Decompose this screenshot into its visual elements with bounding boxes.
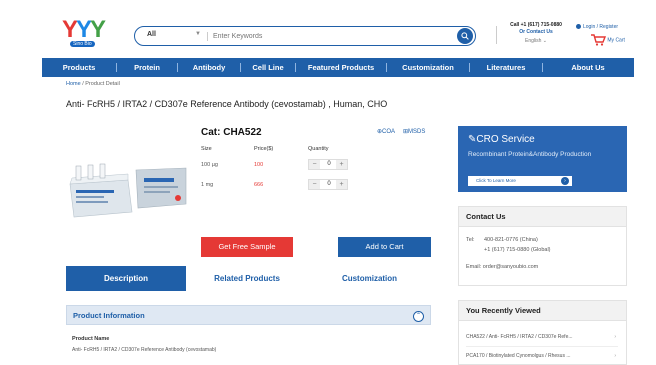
header-phone: Call +1 (617) 715-0880 (510, 22, 562, 28)
tab-description[interactable]: Description (66, 266, 186, 291)
header-contact: Call +1 (617) 715-0880 Or Contact Us Eng… (500, 22, 572, 45)
contact-title: Contact Us (459, 207, 626, 227)
tel-global: +1 (617) 715-0880 (Global) (484, 247, 551, 253)
coa-link[interactable]: ⊕COA (377, 128, 395, 135)
quantity-header: Quantity (308, 146, 329, 152)
quantity-stepper: − 0 + (308, 179, 348, 190)
chevron-right-icon: › (614, 353, 616, 359)
contact-panel: Contact Us Tel: 400-821-0776 (China) +1 … (458, 206, 627, 286)
breadcrumb-home[interactable]: Home (66, 81, 81, 87)
logo-letters: YYY (62, 16, 106, 43)
recently-viewed-panel: You Recently Viewed CHA522 / Anti- FcRH5… (458, 300, 627, 365)
size-header: Size (201, 146, 212, 152)
login-register-link[interactable]: Login / Register (576, 24, 618, 30)
site-header: YYY Sino Bio All ▼ Call +1 (617) 715-088… (0, 0, 656, 58)
nav-customization[interactable]: Customization (387, 63, 469, 72)
tel-label: Tel: (466, 237, 475, 243)
get-free-sample-button[interactable]: Get Free Sample (201, 237, 293, 257)
site-logo[interactable]: YYY Sino Bio (62, 17, 112, 49)
arrow-right-icon: › (561, 177, 569, 185)
recent-item[interactable]: PCA170 / Biotinylated Cynomolgus / Rhesu… (466, 353, 616, 359)
search-category-select[interactable]: All (147, 31, 156, 38)
msds-link[interactable]: ⊞MSDS (403, 128, 425, 135)
price-header: Price($) (254, 146, 274, 152)
tel-china: 400-821-0776 (China) (484, 237, 538, 243)
my-cart-link[interactable]: My Cart (590, 34, 625, 46)
product-detail-page: YYY Sino Bio All ▼ Call +1 (617) 715-088… (0, 0, 656, 365)
recent-item[interactable]: CHA522 / Anti- FcRH5 / IRTA2 / CD307e Re… (466, 334, 616, 340)
row-size: 100 µg (201, 162, 218, 168)
search-button[interactable] (457, 28, 473, 44)
product-information-header[interactable]: Product Information ⌃ (66, 305, 431, 325)
search-icon (461, 32, 469, 40)
chevron-down-icon[interactable]: ▼ (195, 31, 201, 37)
product-name-label: Product Name (72, 336, 110, 342)
collapse-icon[interactable]: ⌃ (413, 311, 424, 322)
quantity-value[interactable]: 0 (323, 181, 335, 187)
row-price: 666 (254, 182, 264, 188)
quantity-value[interactable]: 0 (323, 161, 335, 167)
search-divider (207, 32, 208, 41)
decrement-button[interactable]: − (309, 180, 320, 189)
logo-tagline: Sino Bio (70, 41, 95, 47)
catalog-number: Cat: CHA522 (201, 127, 262, 138)
recently-viewed-title: You Recently Viewed (459, 301, 626, 321)
contact-email[interactable]: Email: order@sanyoubio.com (466, 264, 538, 270)
language-select[interactable]: English ⌄ (500, 38, 572, 45)
increment-button[interactable]: + (336, 180, 347, 189)
breadcrumb: Home / Product Detail (66, 81, 120, 87)
cro-service-banner[interactable]: ✎CRO Service Recombinant Protein&Antibod… (458, 126, 627, 192)
breadcrumb-separator: / (82, 81, 84, 87)
product-tabs: Description Related Products Customizati… (66, 266, 431, 291)
add-to-cart-button[interactable]: Add to Cart (338, 237, 431, 257)
quantity-stepper: − 0 + (308, 159, 348, 170)
nav-products[interactable]: Products (42, 63, 116, 72)
learn-more-button[interactable]: Click To Learn More › (468, 176, 572, 186)
product-title: Anti- FcRH5 / IRTA2 / CD307e Reference A… (66, 99, 388, 109)
list-divider (466, 346, 618, 347)
contact-us-link[interactable]: Or Contact Us (500, 29, 572, 36)
tab-related-products[interactable]: Related Products (186, 266, 308, 291)
search-bar: All ▼ (134, 26, 476, 46)
breadcrumb-current: Product Detail (85, 81, 120, 87)
product-image (66, 160, 190, 220)
chevron-right-icon: › (614, 334, 616, 340)
nav-featured-products[interactable]: Featured Products (296, 63, 386, 72)
increment-button[interactable]: + (336, 160, 347, 169)
search-input[interactable] (213, 30, 443, 42)
nav-antibody[interactable]: Antibody (178, 63, 240, 72)
nav-about-us[interactable]: About Us (543, 63, 633, 72)
nav-protein[interactable]: Protein (117, 63, 177, 72)
nav-literatures[interactable]: Literatures (470, 63, 542, 72)
decrement-button[interactable]: − (309, 160, 320, 169)
main-nav: Products Protein Antibody Cell Line Feat… (42, 58, 634, 77)
cart-icon (591, 34, 607, 46)
product-name-value: Anti- FcRH5 / IRTA2 / CD307e Reference A… (72, 347, 217, 353)
row-price: 100 (254, 162, 264, 168)
header-divider (496, 26, 497, 44)
user-icon (576, 24, 581, 29)
nav-cell-line[interactable]: Cell Line (241, 63, 295, 72)
chevron-down-icon: ⌄ (542, 38, 547, 44)
cro-heading: ✎CRO Service (468, 134, 535, 145)
tab-customization[interactable]: Customization (308, 266, 431, 291)
section-title: Product Information (73, 311, 145, 320)
cro-subtitle: Recombinant Protein&Antibody Production (468, 151, 592, 158)
row-size: 1 mg (201, 182, 214, 188)
